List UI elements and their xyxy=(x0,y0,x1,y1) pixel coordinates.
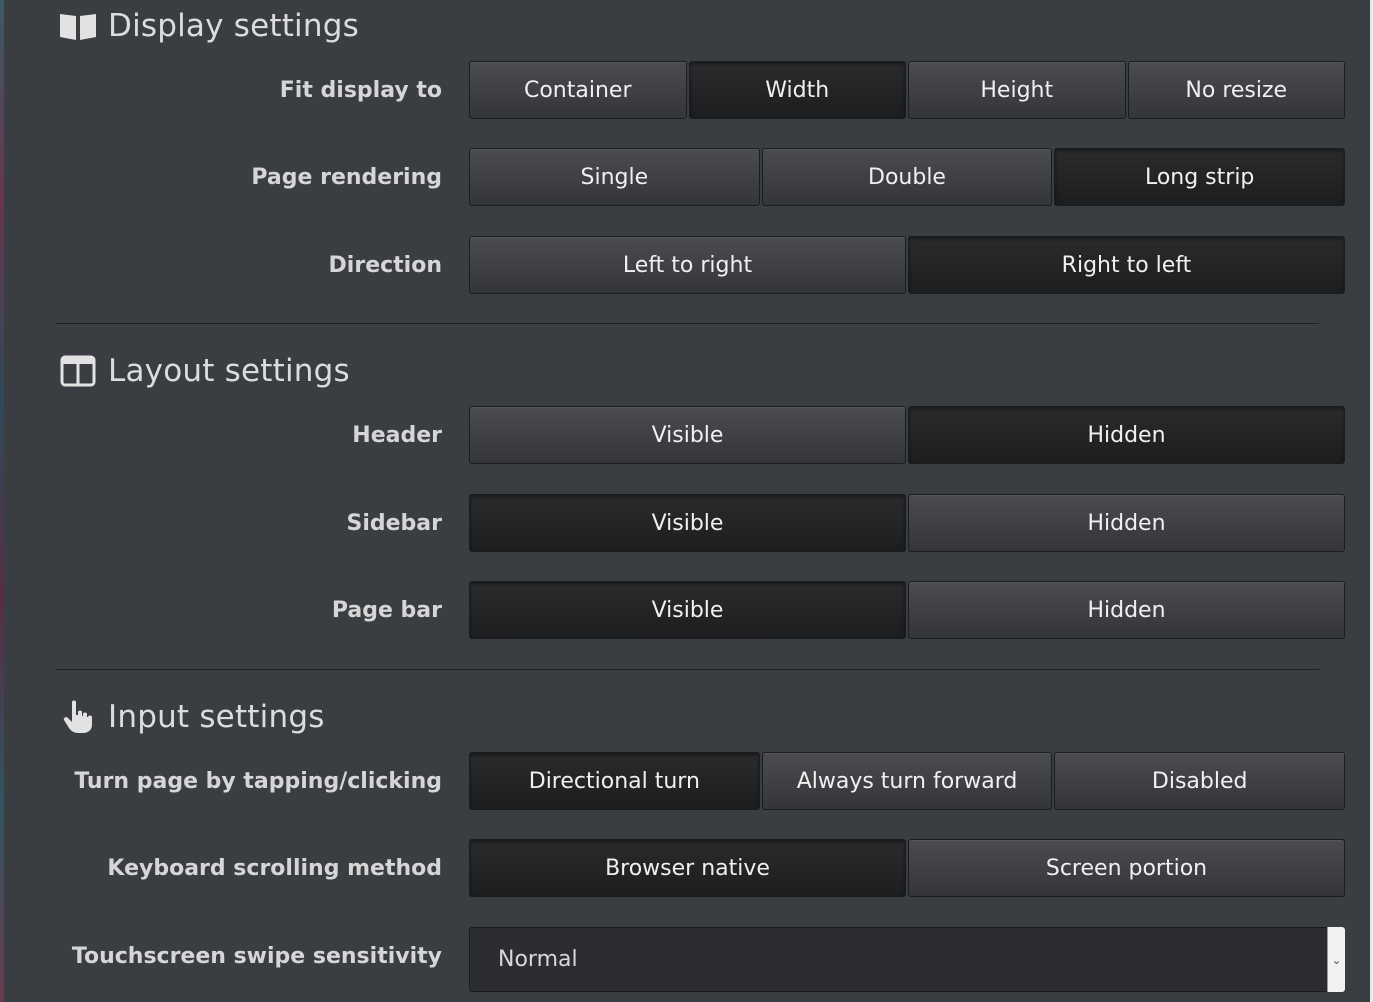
fit-display-option-no-resize-button[interactable]: No resize xyxy=(1127,61,1345,119)
tap-turn-option-always-turn-forward-button[interactable]: Always turn forward xyxy=(761,752,1053,810)
keyboard-scroll-option-screen-portion-button[interactable]: Screen portion xyxy=(908,839,1345,897)
fit-display-option-container-button[interactable]: Container xyxy=(469,61,687,119)
columns-icon xyxy=(58,354,98,388)
tap-turn-group: Directional turn Always turn forward Disab… xyxy=(469,752,1346,810)
tap-turn-label: Turn page by tapping/clicking xyxy=(74,769,442,794)
display-settings-heading: Display settings xyxy=(108,8,359,44)
tap-turn-option-disabled-button[interactable]: Disabled xyxy=(1054,752,1346,810)
page-rendering-option-single-button[interactable]: Single xyxy=(469,148,760,206)
sidebar-option-hidden-button[interactable]: Hidden xyxy=(908,494,1345,552)
pointing-hand-icon xyxy=(58,700,98,734)
swipe-sensitivity-select[interactable]: Normal ⌄ xyxy=(469,927,1345,992)
page-rendering-option-double-button[interactable]: Double xyxy=(761,148,1053,206)
swipe-sensitivity-label: Touchscreen swipe sensitivity xyxy=(71,944,442,969)
keyboard-scroll-group: Browser native Screen portion xyxy=(469,839,1345,897)
input-settings-title: Input settings xyxy=(58,699,325,735)
settings-panel: Display settings Fit display to Containe… xyxy=(4,0,1370,1002)
layout-settings-heading: Layout settings xyxy=(108,353,350,389)
open-book-icon xyxy=(58,9,98,43)
tap-turn-option-directional-turn-button[interactable]: Directional turn xyxy=(469,752,760,810)
header-option-visible-button[interactable]: Visible xyxy=(469,406,906,464)
section-divider xyxy=(56,669,1319,670)
direction-group: Left to right Right to left xyxy=(469,236,1345,294)
section-divider xyxy=(56,323,1319,324)
page-bar-group: Visible Hidden xyxy=(469,581,1345,639)
fit-display-option-height-button[interactable]: Height xyxy=(908,61,1126,119)
keyboard-scroll-label: Keyboard scrolling method xyxy=(107,856,442,881)
header-group: Visible Hidden xyxy=(469,406,1345,464)
display-settings-title: Display settings xyxy=(58,8,359,44)
direction-option-left-to-right-button[interactable]: Left to right xyxy=(469,236,906,294)
direction-label: Direction xyxy=(328,253,442,278)
sidebar-label: Sidebar xyxy=(346,511,443,536)
direction-option-right-to-left-button[interactable]: Right to left xyxy=(908,236,1345,294)
layout-settings-title: Layout settings xyxy=(58,353,350,389)
page-rendering-label: Page rendering xyxy=(251,165,442,190)
page-bar-label: Page bar xyxy=(331,598,442,623)
page-rendering-group: Single Double Long strip xyxy=(469,148,1346,206)
header-label: Header xyxy=(352,423,442,448)
sidebar-option-visible-button[interactable]: Visible xyxy=(469,494,906,552)
page-bar-option-visible-button[interactable]: Visible xyxy=(469,581,906,639)
header-option-hidden-button[interactable]: Hidden xyxy=(908,406,1345,464)
fit-display-option-width-button[interactable]: Width xyxy=(688,61,906,119)
fit-display-label: Fit display to xyxy=(279,78,442,103)
sidebar-group: Visible Hidden xyxy=(469,494,1345,552)
page-bar-option-hidden-button[interactable]: Hidden xyxy=(908,581,1345,639)
input-settings-heading: Input settings xyxy=(108,699,325,735)
keyboard-scroll-option-browser-native-button[interactable]: Browser native xyxy=(469,839,906,897)
page-rendering-option-long-strip-button[interactable]: Long strip xyxy=(1054,148,1346,206)
chevron-down-icon[interactable]: ⌄ xyxy=(1327,927,1345,992)
swipe-sensitivity-value: Normal xyxy=(498,947,578,972)
fit-display-group: Container Width Height No resize xyxy=(469,61,1345,119)
